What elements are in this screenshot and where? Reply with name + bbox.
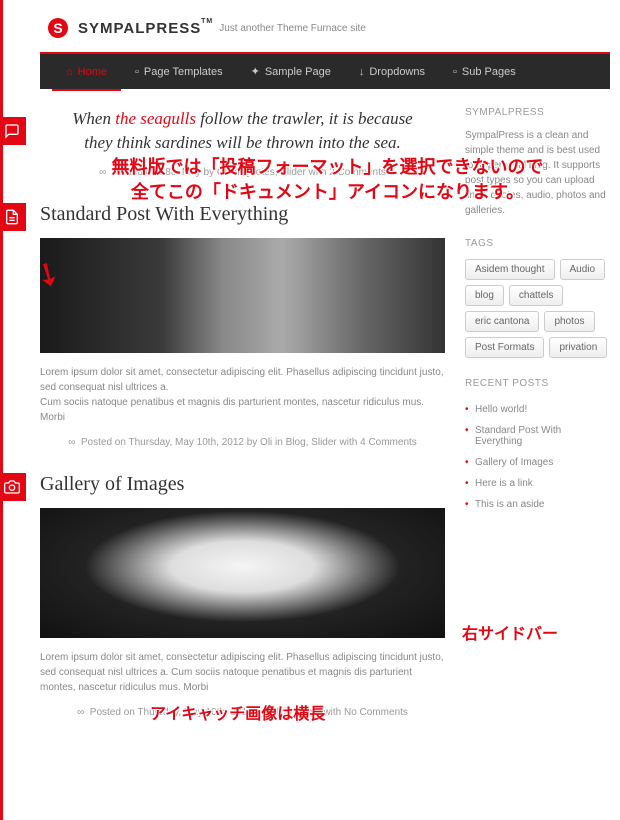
recent-post-link[interactable]: Gallery of Images [465, 452, 610, 473]
tag-item[interactable]: photos [544, 311, 594, 332]
page-icon: ▫ [453, 66, 457, 78]
nav-sample-page[interactable]: ✦ Sample Page [237, 54, 345, 89]
quote-pre: When [72, 109, 115, 128]
nav-label: Dropdowns [369, 66, 425, 78]
about-text: SympalPress is a clean and simple theme … [465, 128, 610, 218]
meta-text: Posted on Thursday, May 10th, 2012 by Ol… [81, 437, 417, 448]
document-format-icon [0, 203, 26, 231]
featured-image[interactable] [40, 238, 445, 353]
trademark: TM [201, 18, 213, 25]
recent-post-link[interactable]: Hello world! [465, 399, 610, 420]
nav-label: Home [78, 66, 107, 78]
meta-text: Posted on 18th May by Oli in Quotes, Sli… [112, 167, 386, 178]
page-icon: ▫ [135, 66, 139, 78]
tag-cloud: Asidem thought Audio blog chattels eric … [465, 259, 610, 358]
quote-format-icon [0, 117, 26, 145]
nav-dropdowns[interactable]: ↓ Dropdowns [345, 54, 439, 89]
tag-item[interactable]: Asidem thought [465, 259, 555, 280]
site-header: S SYMPALPRESSTM Just another Theme Furna… [40, 0, 610, 52]
post-meta: ∞ Posted on Thursday, May 10th, 2012 by … [40, 707, 445, 718]
nav-label: Sample Page [265, 66, 331, 78]
nav-label: Sub Pages [462, 66, 516, 78]
tag-item[interactable]: chattels [509, 285, 563, 306]
post-excerpt: Lorem ipsum dolor sit amet, consectetur … [40, 365, 445, 425]
logo-badge: S [48, 18, 68, 38]
camera-format-icon [0, 473, 26, 501]
tagline: Just another Theme Furnace site [219, 23, 366, 34]
plus-icon: ✦ [251, 65, 260, 78]
tag-item[interactable]: Post Formats [465, 337, 544, 358]
site-name[interactable]: SYMPALPRESSTM [78, 20, 201, 37]
right-sidebar: SYMPALPRESS SympalPress is a clean and s… [465, 107, 610, 743]
nav-home[interactable]: ⌂ Home [52, 54, 121, 91]
post-gallery: Gallery of Images Lorem ipsum dolor sit … [40, 473, 445, 718]
tag-item[interactable]: privation [549, 337, 607, 358]
home-icon: ⌂ [66, 66, 73, 78]
featured-image[interactable] [40, 508, 445, 638]
recent-post-link[interactable]: This is an aside [465, 494, 610, 515]
quote-highlight: the seagulls [115, 109, 196, 128]
recent-post-link[interactable]: Here is a link [465, 473, 610, 494]
widget-title-tags: TAGS [465, 238, 610, 249]
main-nav: ⌂ Home ▫ Page Templates ✦ Sample Page ↓ Drop… [40, 52, 610, 89]
quote-text: When the seagulls follow the trawler, it… [60, 107, 425, 155]
nav-sub-pages[interactable]: ▫ Sub Pages [439, 54, 530, 89]
tag-item[interactable]: Audio [560, 259, 606, 280]
recent-post-link[interactable]: Standard Post With Everything [465, 420, 610, 452]
post-standard: Standard Post With Everything Lorem ipsu… [40, 203, 445, 448]
tag-item[interactable]: eric cantona [465, 311, 539, 332]
post-meta: ∞ Posted on Thursday, May 10th, 2012 by … [40, 437, 445, 448]
recent-posts-list: Hello world! Standard Post With Everythi… [465, 399, 610, 515]
post-quote: When the seagulls follow the trawler, it… [40, 107, 445, 178]
post-title[interactable]: Gallery of Images [40, 473, 445, 496]
nav-label: Page Templates [144, 66, 223, 78]
meta-text: Posted on Thursday, May 10th, 2012 by Ol… [90, 707, 408, 718]
post-excerpt: Lorem ipsum dolor sit amet, consectetur … [40, 650, 445, 695]
post-title[interactable]: Standard Post With Everything [40, 203, 445, 226]
tag-item[interactable]: blog [465, 285, 504, 306]
chevron-down-icon: ↓ [359, 66, 365, 78]
nav-page-templates[interactable]: ▫ Page Templates [121, 54, 237, 89]
site-name-text: SYMPALPRESS [78, 20, 201, 37]
widget-title-about: SYMPALPRESS [465, 107, 610, 118]
post-meta: ∞ Posted on 18th May by Oli in Quotes, S… [60, 167, 425, 178]
widget-title-recent: RECENT POSTS [465, 378, 610, 389]
